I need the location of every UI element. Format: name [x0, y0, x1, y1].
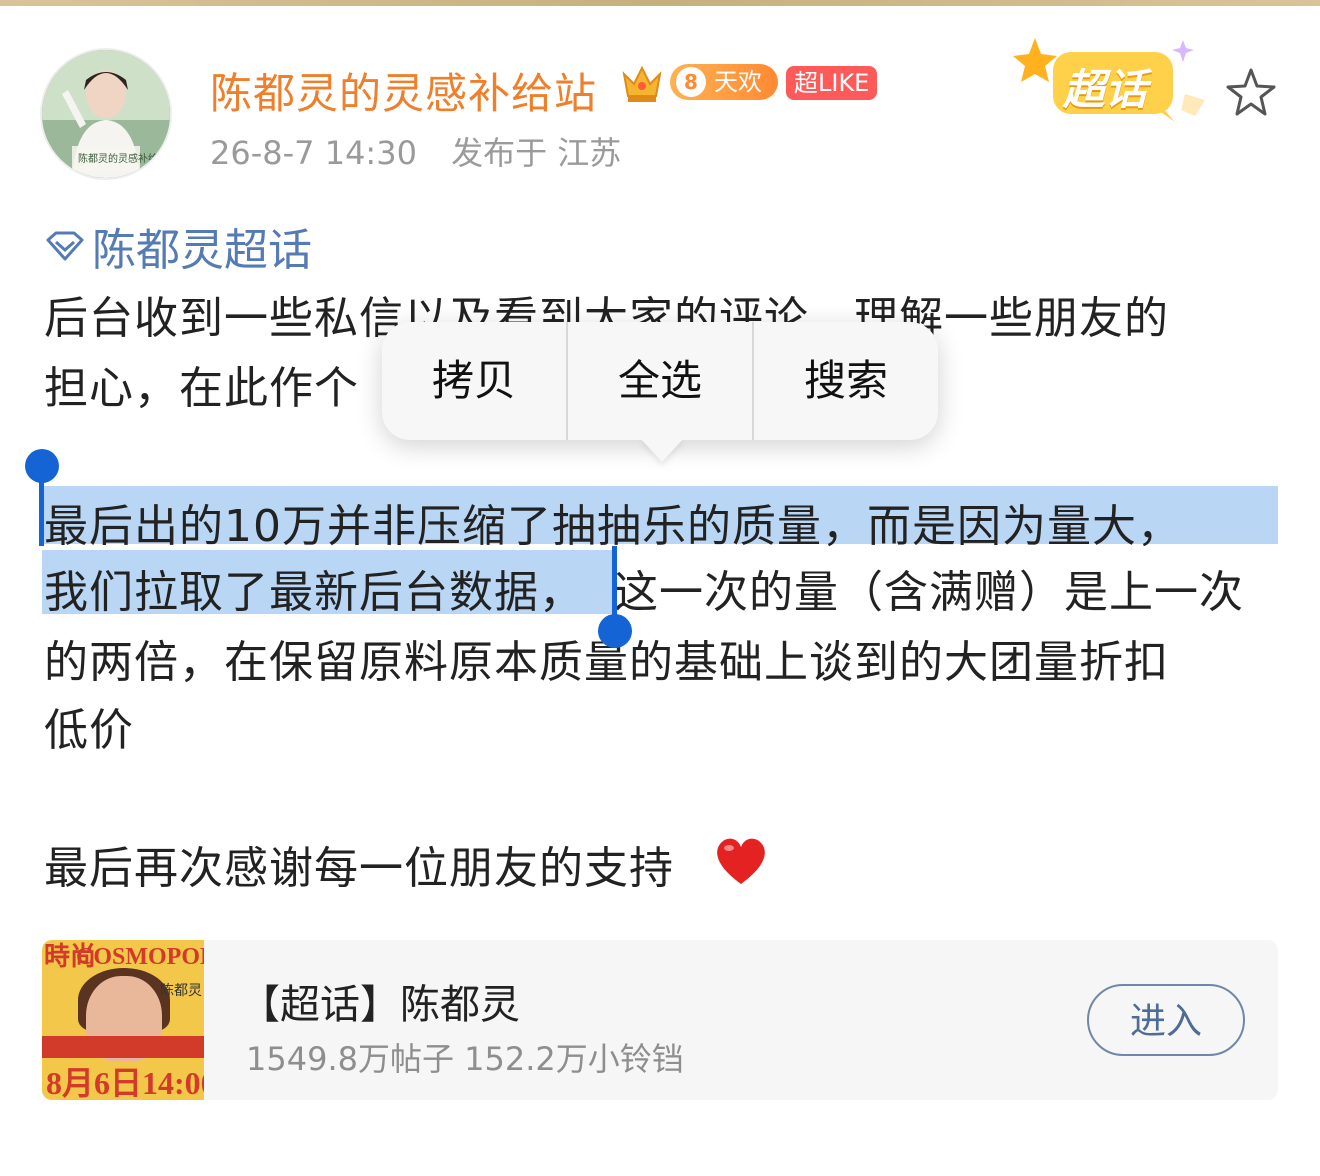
diamond-icon	[46, 231, 84, 261]
topic-card-stats: 1549.8万帖子 152.2万小铃铛	[246, 1040, 684, 1078]
chaohua-sticker-label: 超话	[1063, 65, 1148, 114]
menu-search[interactable]: 搜索	[754, 322, 938, 440]
topic-card-title: 【超话】陈都灵	[240, 982, 520, 1028]
avatar[interactable]: 陈都灵的灵感补给站	[40, 48, 172, 180]
selection-end-caret	[612, 546, 617, 620]
cover-magazine: COSMOPOLITAN	[76, 944, 204, 970]
topic-cover-image: 時尚 COSMOPOLITAN 陈都灵 8月6日14:00	[42, 940, 204, 1100]
selection-end-handle[interactable]	[598, 614, 632, 648]
username[interactable]: 陈都灵的灵感补给站	[210, 60, 597, 121]
post-text-line-7: 最后再次感谢每一位朋友的支持	[44, 843, 674, 894]
context-menu-arrow	[640, 438, 684, 462]
chaohua-sticker[interactable]: 超话	[1005, 36, 1215, 136]
post-text-line-2: 担心，在此作个	[44, 363, 359, 414]
crown-icon	[622, 65, 662, 102]
menu-select-all[interactable]: 全选	[568, 322, 754, 440]
level-text: 天欢	[714, 68, 762, 96]
heart-emoji-icon	[717, 838, 765, 884]
enter-button[interactable]: 进入	[1087, 984, 1245, 1056]
topic-link-label: 陈都灵超话	[92, 225, 312, 276]
favorite-star-icon[interactable]	[1224, 66, 1278, 120]
post-time: 26-8-7 14:30	[210, 134, 417, 172]
post-text-line-6: 低价	[44, 705, 134, 756]
cover-name: 陈都灵	[160, 983, 202, 999]
post-meta: 26-8-7 14:30 发布于 江苏	[210, 128, 645, 174]
text-context-menu: 拷贝 全选 搜索	[382, 322, 938, 440]
level-badge[interactable]: 8 天欢	[670, 64, 778, 100]
level-number: 8	[676, 67, 706, 97]
like-badge[interactable]: 超LIKE	[786, 66, 878, 100]
cover-band	[42, 1036, 204, 1058]
selection-start-caret	[39, 470, 44, 546]
topic-card[interactable]: 時尚 COSMOPOLITAN 陈都灵 8月6日14:00 【超话】陈都灵 15…	[42, 940, 1278, 1100]
cover-date: 8月6日14:00	[46, 1065, 204, 1100]
topic-link[interactable]: 陈都灵超话	[44, 214, 312, 278]
post-text-line-3: 最后出的10万并非压缩了抽抽乐的质量，而是因为量大，	[44, 501, 1182, 552]
post-text-line-4-selected: 我们拉取了最新后台数据，	[44, 567, 584, 618]
post-location: 发布于 江苏	[451, 134, 622, 172]
avatar-caption: 陈都灵的灵感补给站	[78, 154, 168, 165]
menu-copy[interactable]: 拷贝	[382, 322, 568, 440]
post-text-line-4-rest: 这一次的量（含满赠）是上一次	[614, 567, 1244, 618]
